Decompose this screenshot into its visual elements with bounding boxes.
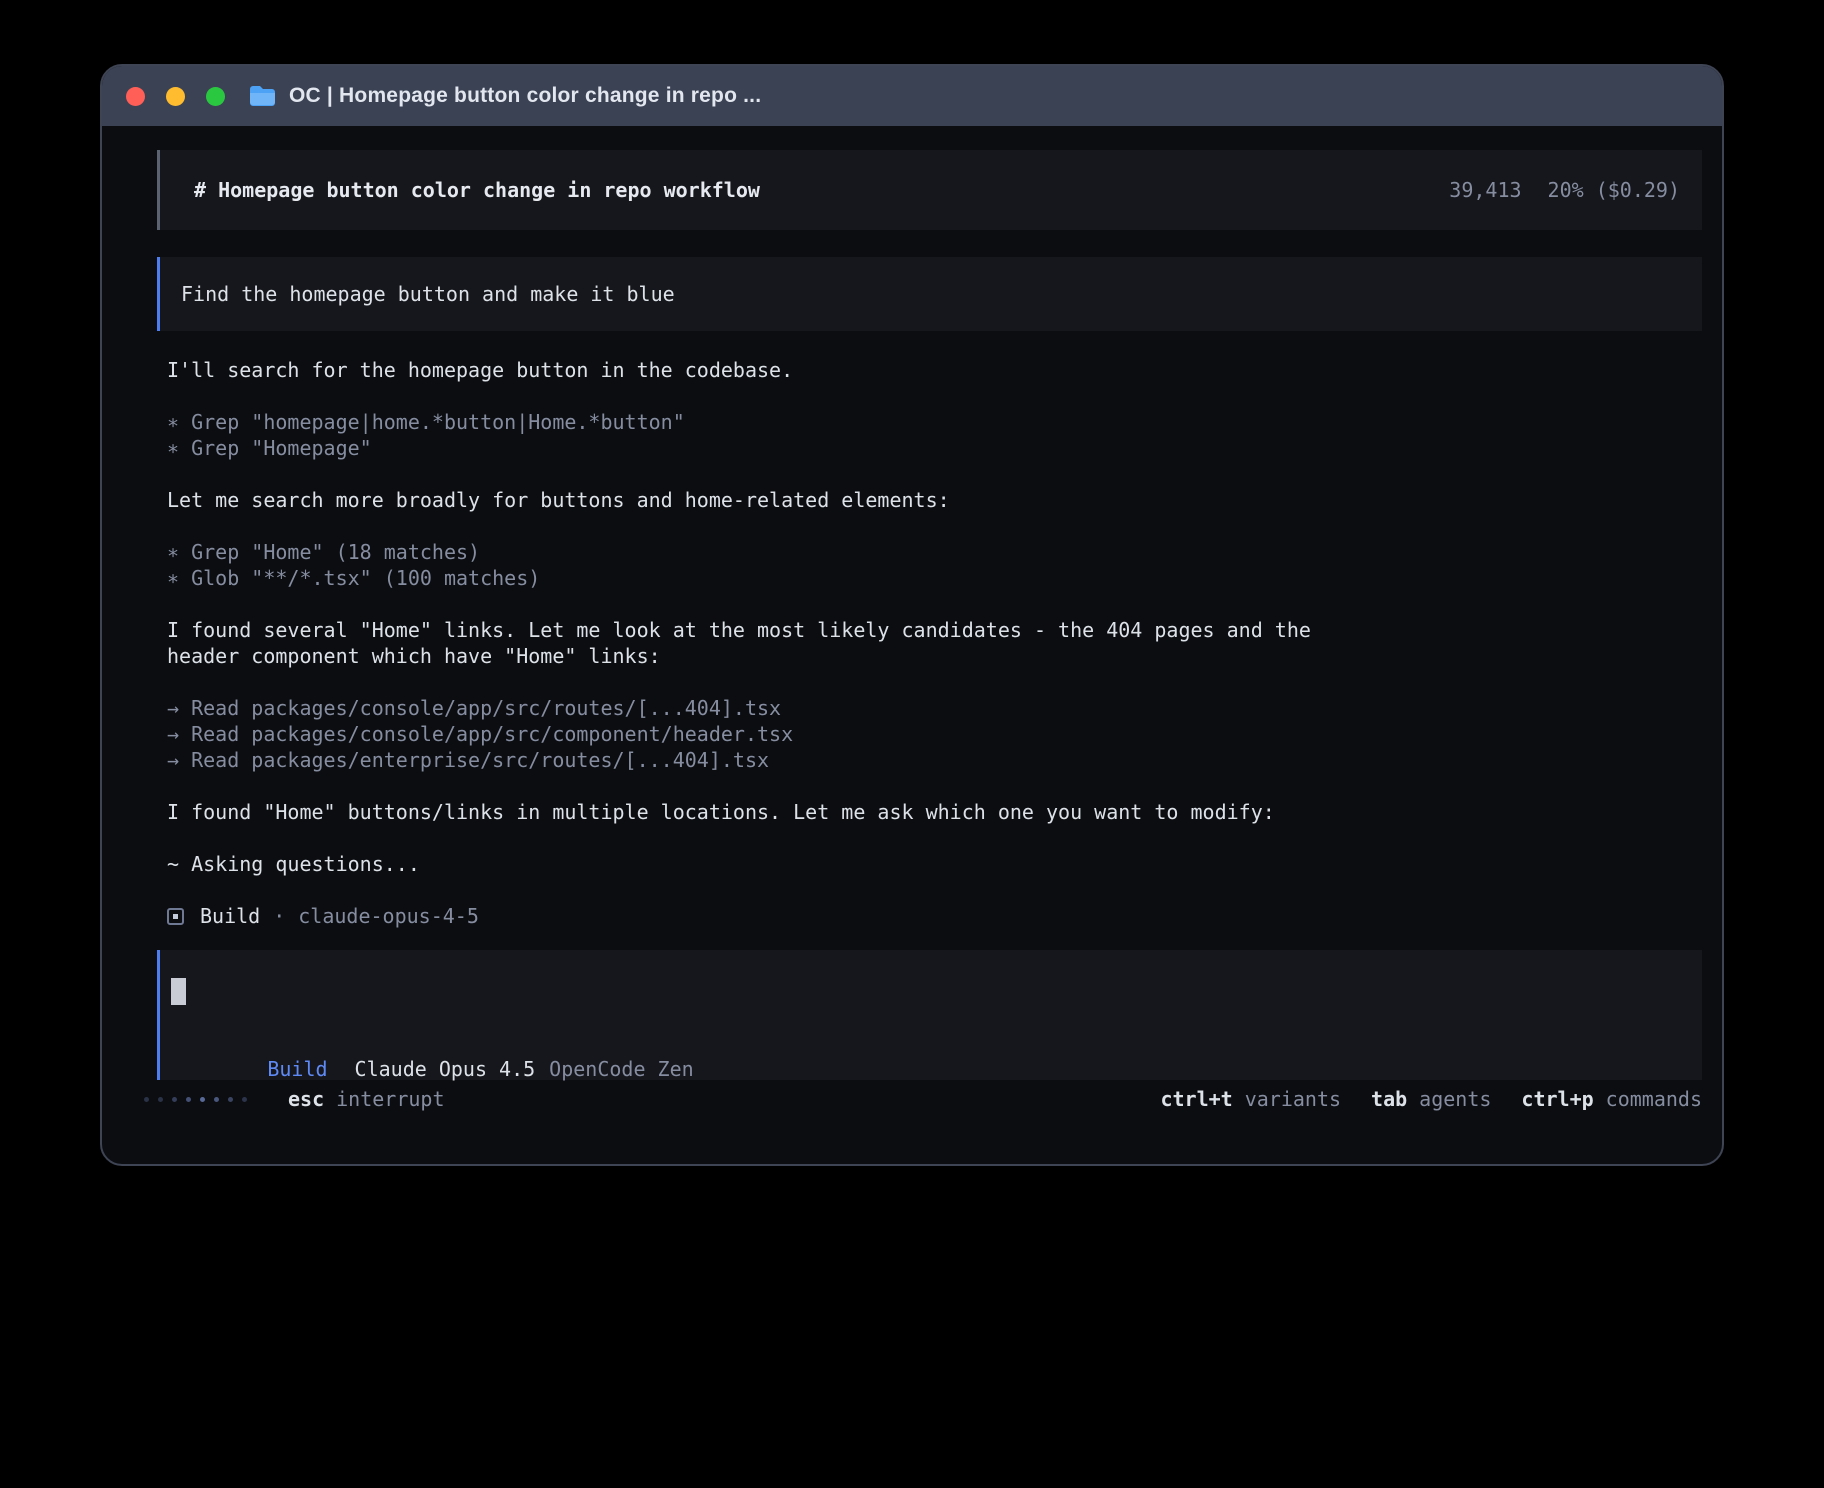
spinner-icon — [144, 1097, 256, 1102]
traffic-lights — [126, 87, 225, 106]
user-message: Find the homepage button and make it blu… — [157, 257, 1702, 331]
assistant-text: Let me search more broadly for buttons a… — [157, 487, 1702, 513]
zoom-button[interactable] — [206, 87, 225, 106]
tool-call-read: → Read packages/enterprise/src/routes/[.… — [157, 747, 1702, 773]
shortcut-agents-key: tab — [1371, 1087, 1407, 1111]
input-provider-label: OpenCode Zen — [549, 1057, 694, 1081]
agent-separator: · — [273, 903, 285, 929]
tool-call-read: → Read packages/console/app/src/componen… — [157, 721, 1702, 747]
agent-name: Build — [200, 903, 260, 929]
tool-call-glob: ∗ Glob "**/*.tsx" (100 matches) — [157, 565, 1702, 591]
shortcut-variants-key: ctrl+t — [1160, 1087, 1232, 1111]
text-cursor — [171, 978, 186, 1005]
assistant-text: I'll search for the homepage button in t… — [157, 357, 1702, 383]
shortcut-esc-label: interrupt — [336, 1087, 444, 1111]
agent-status: Build · claude-opus-4-5 — [157, 903, 1702, 929]
assistant-text: I found "Home" buttons/links in multiple… — [157, 799, 1702, 825]
minimize-button[interactable] — [166, 87, 185, 106]
titlebar: OC | Homepage button color change in rep… — [102, 66, 1722, 126]
agent-icon — [167, 908, 184, 925]
session-stats: 39,413 20% ($0.29) — [1449, 177, 1680, 203]
input-model-label: Claude Opus 4.5 — [355, 1057, 536, 1081]
shortcut-commands: ctrl+p commands — [1521, 1086, 1702, 1112]
input-agent-label: Build — [267, 1057, 327, 1081]
folder-icon — [249, 85, 276, 107]
shortcut-commands-key: ctrl+p — [1521, 1087, 1593, 1111]
shortcut-variants: ctrl+t variants — [1160, 1086, 1341, 1112]
tool-call-read: → Read packages/console/app/src/routes/[… — [157, 695, 1702, 721]
token-count: 39,413 — [1449, 178, 1521, 202]
assistant-text: header component which have "Home" links… — [157, 643, 1702, 669]
assistant-text: I found several "Home" links. Let me loo… — [157, 617, 1702, 643]
agent-model: claude-opus-4-5 — [298, 903, 479, 929]
tool-call-grep: ∗ Grep "homepage|home.*button|Home.*butt… — [157, 409, 1702, 435]
shortcut-agents-label: agents — [1419, 1087, 1491, 1111]
shortcut-variants-label: variants — [1245, 1087, 1341, 1111]
window-title: OC | Homepage button color change in rep… — [289, 84, 761, 108]
assistant-status-text: ~ Asking questions... — [157, 851, 1702, 877]
shortcut-agents: tab agents — [1371, 1086, 1491, 1112]
assistant-response: I'll search for the homepage button in t… — [157, 357, 1702, 877]
session-title: # Homepage button color change in repo w… — [194, 177, 760, 203]
shortcut-esc-key: esc — [288, 1087, 324, 1111]
terminal-window: OC | Homepage button color change in rep… — [100, 64, 1724, 1166]
tool-call-grep: ∗ Grep "Homepage" — [157, 435, 1702, 461]
session-header: # Homepage button color change in repo w… — [157, 150, 1702, 230]
input-area[interactable]: Build Claude Opus 4.5 OpenCode Zen — [157, 950, 1702, 1080]
user-message-text: Find the homepage button and make it blu… — [171, 281, 675, 307]
context-usage: 20% ($0.29) — [1548, 178, 1680, 202]
terminal-content: # Homepage button color change in repo w… — [102, 126, 1722, 1166]
statusbar: esc interrupt ctrl+t variants tab agents ct… — [144, 1086, 1702, 1112]
shortcut-esc: esc interrupt — [288, 1086, 445, 1112]
tool-call-grep: ∗ Grep "Home" (18 matches) — [157, 539, 1702, 565]
close-button[interactable] — [126, 87, 145, 106]
shortcut-commands-label: commands — [1606, 1087, 1702, 1111]
